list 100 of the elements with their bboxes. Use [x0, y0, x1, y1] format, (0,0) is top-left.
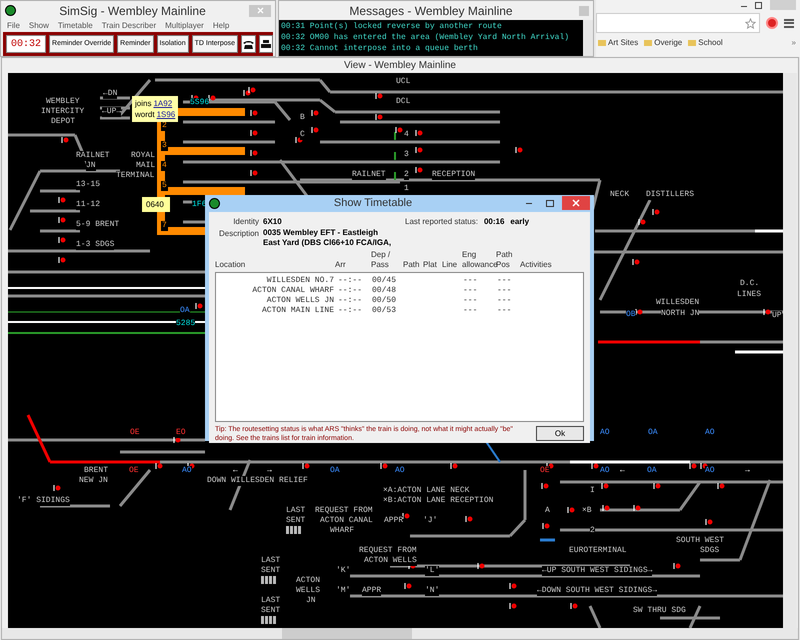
signal-id-label: EO	[176, 428, 186, 438]
column-header[interactable]: Path	[403, 260, 421, 270]
location-label: 'L'	[425, 566, 440, 576]
table-cell-text: ---	[463, 276, 478, 286]
platform-number: 5	[161, 181, 168, 191]
train-link[interactable]: 1S96	[156, 109, 176, 120]
extension-icon[interactable]	[766, 17, 778, 29]
message-line: 00:31 Point(s) locked reverse by another route	[281, 21, 503, 32]
close-button[interactable]	[562, 196, 590, 210]
popup-text: 0640	[146, 199, 164, 210]
table-cell-text: ---	[497, 276, 512, 286]
location-label: RAILNET	[76, 151, 110, 161]
table-cell-text: --:--	[337, 286, 364, 296]
menu-item[interactable]: Help	[212, 20, 230, 31]
field-label: Last reported status:	[405, 216, 478, 228]
menu-item[interactable]: Multiplayer	[165, 20, 204, 31]
location-label: 'N'	[425, 586, 440, 596]
train-link[interactable]: 1A92	[153, 98, 172, 109]
location-label: C	[300, 130, 305, 140]
table-cell-text: ---	[497, 286, 512, 296]
location-label: 2	[404, 170, 409, 180]
table-cell-text: ---	[463, 286, 478, 296]
table-cell-text: ---	[497, 306, 512, 316]
table-cell-text: --:--	[337, 306, 364, 316]
location-label: ←UP→	[102, 107, 122, 117]
table-cell-text: ACTON MAIN LINE	[260, 306, 334, 316]
menu-icon[interactable]	[784, 18, 794, 28]
column-header[interactable]: Arr	[335, 260, 369, 270]
location-label: 5-9 BRENT	[76, 220, 120, 230]
menu-item[interactable]: Show	[28, 20, 49, 31]
minimize-icon[interactable]	[526, 202, 532, 204]
bookmark-link[interactable]: Overige	[644, 36, 682, 48]
description-value: East Yard (DBS Cl66+10 FCA/IGA,	[263, 238, 392, 248]
table-cell-text: --:--	[337, 276, 364, 286]
table-cell-text: ---	[463, 296, 478, 306]
vertical-scrollbar[interactable]	[783, 73, 797, 628]
printer-icon[interactable]	[259, 35, 274, 53]
location-label: DOWN WILLESDEN RELIEF	[207, 476, 308, 486]
bookmark-link[interactable]: Art Sites	[598, 36, 638, 48]
message-line: 00:32 OM00 has entered the area (Wembley Yard North Arrival)	[281, 32, 570, 43]
maximize-icon[interactable]	[546, 200, 554, 207]
field-label: Identity	[232, 216, 259, 228]
phone-icon[interactable]	[241, 35, 256, 53]
location-label: DISTILLERS	[646, 190, 694, 200]
menu-item[interactable]: Train Describer	[102, 20, 156, 31]
ok-button[interactable]: Ok	[536, 426, 584, 441]
column-header[interactable]: Activities	[520, 260, 580, 270]
column-header[interactable]: Dep / Pass	[371, 250, 401, 270]
location-label: REQUEST FROM	[359, 546, 417, 556]
location-label: ←DN	[103, 89, 118, 99]
app-icon	[209, 198, 220, 209]
table-cell-text: ---	[463, 306, 478, 316]
table-cell-text: ACTON WELLS JN	[266, 296, 334, 306]
table-cell-text: 00/48	[372, 286, 398, 296]
clock-display: 00:32	[6, 35, 46, 53]
message-line: 00:32 Cannot interpose into a queue berth	[281, 43, 479, 54]
bookmark-overflow[interactable]: »	[792, 36, 798, 48]
column-header[interactable]: Path Pos	[496, 250, 518, 270]
location-label: ACTON WELLS	[364, 556, 417, 566]
column-header[interactable]: Line	[442, 260, 460, 270]
popup-text: joins	[135, 98, 152, 109]
popup-text: wordt	[135, 109, 155, 120]
star-icon[interactable]	[745, 18, 756, 28]
table-cell-text: 00/50	[372, 296, 398, 306]
scrollbar[interactable]	[583, 20, 593, 56]
platform-number: 4	[161, 161, 168, 171]
window-title: Messages - Wembley Mainline	[348, 2, 514, 20]
platform-number: 7	[161, 221, 168, 231]
window-title: SimSig - Wembley Mainline	[58, 2, 207, 20]
table-cell-text: 00/53	[372, 306, 398, 316]
location-label: RECEPTION	[432, 170, 476, 180]
window-title: View - Wembley Mainline	[343, 59, 457, 73]
status-value: early	[510, 216, 530, 228]
location-label: 13-15	[76, 180, 100, 190]
bookmark-link[interactable]: School	[688, 36, 723, 48]
location-label: APPR	[362, 586, 382, 596]
table-cell-text: --:--	[337, 296, 364, 306]
menu-item[interactable]: Timetable	[58, 20, 93, 31]
description-value: 0035 Wembley EFT - Eastleigh	[263, 228, 380, 238]
maximize-icon[interactable]	[755, 2, 762, 9]
location-label: JN	[86, 161, 96, 171]
table-cell-text: WILLESDEN NO.7	[266, 276, 334, 286]
status-time: 00:16	[484, 216, 504, 228]
location-label: 11-12	[76, 200, 100, 210]
location-label: REQUEST FROM	[315, 506, 373, 516]
column-header[interactable]: Location	[215, 260, 333, 270]
location-label: RAILNET	[352, 170, 386, 180]
table-cell-text: ACTON CANAL WHARF	[251, 286, 334, 296]
column-header[interactable]: Plat	[423, 260, 440, 270]
location-label: ←UP SOUTH WEST SIDINGS→	[542, 566, 652, 576]
horizontal-scrollbar[interactable]	[2, 628, 798, 639]
identity-value: 6X10	[263, 216, 282, 228]
location-label: ←DOWN SOUTH WEST SIDINGS→	[537, 586, 658, 596]
location-label: 'F' SIDINGS	[17, 496, 70, 506]
dialog-title: Show Timetable	[332, 196, 414, 211]
location-label: 1-3 SDGS	[76, 240, 114, 250]
platform-number: 3	[161, 141, 168, 151]
table-cell-text: ---	[497, 296, 512, 306]
menu-item[interactable]: File	[7, 20, 20, 31]
field-label: Description	[218, 228, 259, 240]
